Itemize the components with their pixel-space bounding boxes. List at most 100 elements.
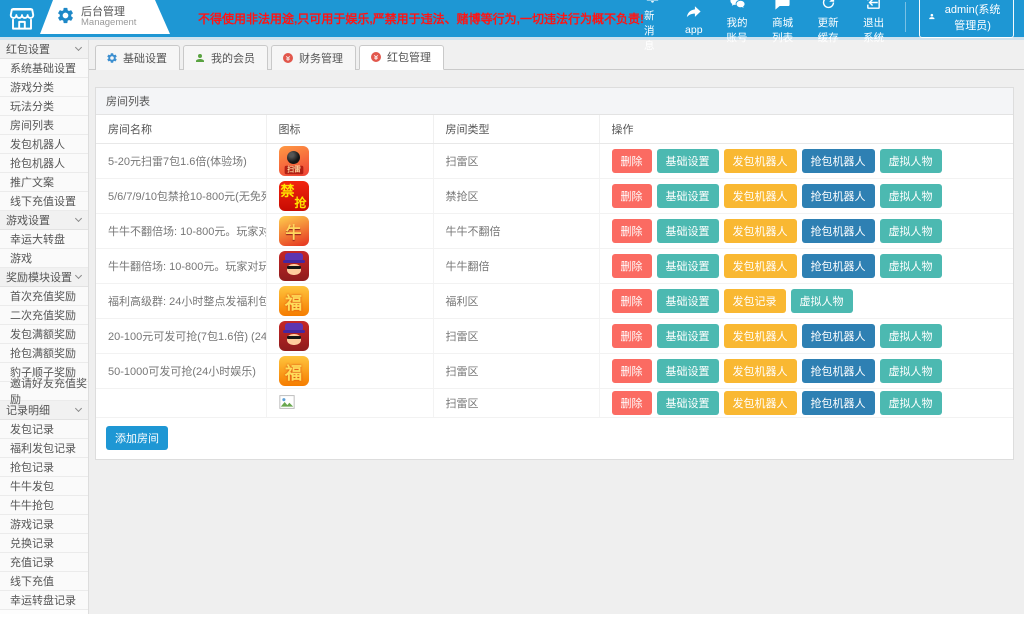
sidebar-group-redpacket-settings[interactable]: 红包设置 bbox=[0, 40, 88, 59]
basic-settings-button[interactable]: 基础设置 bbox=[657, 219, 719, 243]
sidebar-item[interactable]: 游戏记录 bbox=[0, 515, 88, 534]
grab-robot-button[interactable]: 抢包机器人 bbox=[802, 254, 875, 278]
send-robot-button[interactable]: 发包机器人 bbox=[724, 184, 797, 208]
sidebar-item[interactable]: 发包机器人 bbox=[0, 135, 88, 154]
room-name-cell: 牛牛不翻倍场: 10-800元。玩家对玩家! bbox=[96, 214, 266, 249]
delete-button[interactable]: 删除 bbox=[612, 254, 652, 278]
nav-logout[interactable]: 退出系统 bbox=[863, 0, 885, 45]
delete-button[interactable]: 删除 bbox=[612, 149, 652, 173]
nav-mall-list[interactable]: 商城列表 bbox=[772, 0, 794, 45]
basic-settings-button[interactable]: 基础设置 bbox=[657, 289, 719, 313]
sidebar-item[interactable]: 线下充值 bbox=[0, 572, 88, 591]
actions-cell: 删除基础设置发包机器人抢包机器人虚拟人物 bbox=[599, 179, 1013, 214]
sidebar-item[interactable]: 抢包满额奖励 bbox=[0, 344, 88, 363]
sidebar-item[interactable]: 牛牛发包 bbox=[0, 477, 88, 496]
nav-my-account[interactable]: 我的账号 bbox=[727, 0, 749, 45]
store-icon bbox=[0, 0, 40, 35]
delete-button[interactable]: 删除 bbox=[612, 359, 652, 383]
grab-robot-button[interactable]: 抢包机器人 bbox=[802, 324, 875, 348]
sidebar-item[interactable]: 发包满额奖励 bbox=[0, 325, 88, 344]
add-room-button[interactable]: 添加房间 bbox=[106, 426, 168, 450]
wechat-icon bbox=[729, 0, 746, 14]
sidebar-item[interactable]: 幸运转盘记录 bbox=[0, 591, 88, 610]
refresh-icon bbox=[820, 0, 837, 14]
send-robot-button[interactable]: 发包机器人 bbox=[724, 149, 797, 173]
sidebar-item[interactable]: 游戏 bbox=[0, 249, 88, 268]
sidebar-item[interactable]: 游戏分类 bbox=[0, 78, 88, 97]
delete-button[interactable]: 删除 bbox=[612, 289, 652, 313]
virtual-character-button[interactable]: 虚拟人物 bbox=[880, 391, 942, 415]
sidebar-item[interactable]: 房间列表 bbox=[0, 116, 88, 135]
grab-robot-button[interactable]: 抢包机器人 bbox=[802, 391, 875, 415]
sidebar-item[interactable]: 邀请好友充值奖励 bbox=[0, 382, 88, 401]
table-row: 5-20元扫雷7包1.6倍(体验场)扫雷扫雷区删除基础设置发包机器人抢包机器人虚… bbox=[96, 144, 1013, 179]
sidebar-item[interactable]: 充值记录 bbox=[0, 553, 88, 572]
room-type-cell: 福利区 bbox=[433, 284, 599, 319]
delete-button[interactable]: 删除 bbox=[612, 391, 652, 415]
room-type-cell: 牛牛翻倍 bbox=[433, 249, 599, 284]
sidebar-item[interactable]: 系统基础设置 bbox=[0, 59, 88, 78]
basic-settings-button[interactable]: 基础设置 bbox=[657, 359, 719, 383]
column-header: 房间名称 bbox=[96, 115, 266, 144]
nav-new-messages[interactable]: 0新消息 bbox=[644, 0, 661, 53]
brand-logo: 后台管理 Management bbox=[0, 0, 170, 37]
table-row: 20-100元可发可抢(7包1.6倍) (24小时娱...扫雷区删除基础设置发包… bbox=[96, 319, 1013, 354]
delete-button[interactable]: 删除 bbox=[612, 219, 652, 243]
delete-button[interactable]: 删除 bbox=[612, 324, 652, 348]
basic-settings-button[interactable]: 基础设置 bbox=[657, 184, 719, 208]
sidebar-item[interactable]: 玩法分类 bbox=[0, 97, 88, 116]
basic-settings-button[interactable]: 基础设置 bbox=[657, 254, 719, 278]
send-robot-button[interactable]: 发包机器人 bbox=[724, 359, 797, 383]
sidebar-item[interactable]: 发包记录 bbox=[0, 420, 88, 439]
send-robot-button[interactable]: 发包机器人 bbox=[724, 324, 797, 348]
sidebar-group-label: 奖励模块设置 bbox=[6, 269, 72, 285]
send-robot-button[interactable]: 发包机器人 bbox=[724, 391, 797, 415]
virtual-character-button[interactable]: 虚拟人物 bbox=[791, 289, 853, 313]
tab-redpacket[interactable]: 红包管理 bbox=[359, 45, 444, 70]
sidebar-item[interactable]: 兑换记录 bbox=[0, 534, 88, 553]
member-icon bbox=[194, 52, 206, 64]
sidebar-item[interactable]: 线下充值设置 bbox=[0, 192, 88, 211]
send-robot-button[interactable]: 发包机器人 bbox=[724, 254, 797, 278]
sidebar-item[interactable]: 推广文案 bbox=[0, 173, 88, 192]
virtual-character-button[interactable]: 虚拟人物 bbox=[880, 359, 942, 383]
nav-update-cache[interactable]: 更新缓存 bbox=[818, 0, 840, 45]
sidebar-item[interactable]: 抢包机器人 bbox=[0, 154, 88, 173]
table-row: 牛牛不翻倍场: 10-800元。玩家对玩家!牛牛牛不翻倍删除基础设置发包机器人抢… bbox=[96, 214, 1013, 249]
virtual-character-button[interactable]: 虚拟人物 bbox=[880, 324, 942, 348]
table-row: 5/6/7/9/10包禁抢10-800元(无免死只发包...禁抢禁抢区删除基础设… bbox=[96, 179, 1013, 214]
sidebar-item[interactable]: 二次充值奖励 bbox=[0, 306, 88, 325]
sidebar-group-game-settings[interactable]: 游戏设置 bbox=[0, 211, 88, 230]
virtual-character-button[interactable]: 虚拟人物 bbox=[880, 219, 942, 243]
nav-label: 我的账号 bbox=[727, 15, 749, 45]
tab-basic-settings[interactable]: 基础设置 bbox=[95, 45, 180, 70]
send-record-button[interactable]: 发包记录 bbox=[724, 289, 786, 313]
send-robot-button[interactable]: 发包机器人 bbox=[724, 219, 797, 243]
basic-settings-button[interactable]: 基础设置 bbox=[657, 324, 719, 348]
room-type-cell: 扫雷区 bbox=[433, 144, 599, 179]
grab-robot-button[interactable]: 抢包机器人 bbox=[802, 149, 875, 173]
room-name-cell: 牛牛翻倍场: 10-800元。玩家对玩家! bbox=[96, 249, 266, 284]
sidebar-item[interactable]: 抢包记录 bbox=[0, 458, 88, 477]
basic-settings-button[interactable]: 基础设置 bbox=[657, 391, 719, 415]
virtual-character-button[interactable]: 虚拟人物 bbox=[880, 184, 942, 208]
nav-app[interactable]: app bbox=[685, 3, 703, 36]
grab-robot-button[interactable]: 抢包机器人 bbox=[802, 219, 875, 243]
virtual-character-button[interactable]: 虚拟人物 bbox=[880, 149, 942, 173]
sidebar-item[interactable]: 福利发包记录 bbox=[0, 439, 88, 458]
sidebar-item[interactable]: 首次充值奖励 bbox=[0, 287, 88, 306]
room-icon-cell: 扫雷 bbox=[266, 144, 433, 179]
virtual-character-button[interactable]: 虚拟人物 bbox=[880, 254, 942, 278]
tab-finance[interactable]: 财务管理 bbox=[271, 45, 356, 70]
tab-my-members[interactable]: 我的会员 bbox=[183, 45, 268, 70]
grab-robot-button[interactable]: 抢包机器人 bbox=[802, 184, 875, 208]
sidebar-item[interactable]: 牛牛抢包 bbox=[0, 496, 88, 515]
gangster-icon bbox=[279, 321, 309, 351]
sidebar-item[interactable]: 幸运大转盘 bbox=[0, 230, 88, 249]
grab-robot-button[interactable]: 抢包机器人 bbox=[802, 359, 875, 383]
sidebar-group-label: 红包设置 bbox=[6, 41, 50, 57]
user-button[interactable]: admin(系统管理员) bbox=[919, 0, 1014, 38]
basic-settings-button[interactable]: 基础设置 bbox=[657, 149, 719, 173]
delete-button[interactable]: 删除 bbox=[612, 184, 652, 208]
sidebar-group-reward-module-settings[interactable]: 奖励模块设置 bbox=[0, 268, 88, 287]
